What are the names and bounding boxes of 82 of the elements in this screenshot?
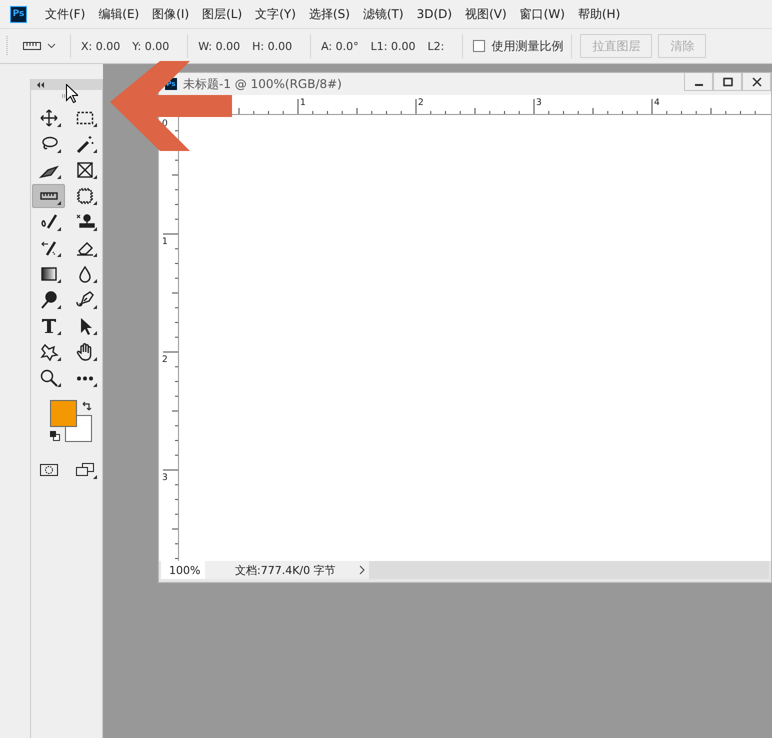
- corner-triangle-icon: [93, 383, 97, 387]
- corner-triangle-icon: [93, 123, 97, 127]
- corner-triangle-icon: [57, 227, 61, 231]
- color-swatches-drawing[interactable]: [50, 400, 92, 442]
- chevron-right-icon[interactable]: [359, 565, 365, 575]
- zoom-icon: [38, 368, 58, 388]
- corner-triangle-icon: [93, 305, 97, 309]
- more-icon: [74, 376, 94, 380]
- corner-triangle-icon: [93, 227, 97, 231]
- corner-triangle-icon: [57, 383, 61, 387]
- close-button[interactable]: [742, 73, 771, 91]
- corner-triangle-icon: [57, 123, 61, 127]
- menu-item[interactable]: 编辑(E): [98, 6, 140, 22]
- measure-readout: W: 0.00: [198, 40, 240, 52]
- minimize-icon: [694, 84, 702, 86]
- ruler-label: 3: [536, 98, 542, 108]
- panel-header[interactable]: [31, 79, 102, 90]
- frame-icon: [74, 160, 94, 180]
- corner-triangle-icon: [93, 279, 97, 283]
- windows-icon: [74, 462, 94, 478]
- corner-triangle-icon: [57, 253, 61, 257]
- zoom-level[interactable]: 100%: [161, 561, 205, 579]
- corner-triangle-icon: [93, 149, 97, 153]
- measure-readout: L1: 0.00: [370, 40, 416, 52]
- ruler-label: 3: [162, 473, 168, 483]
- close-icon: [752, 76, 762, 86]
- use-scale-checkbox[interactable]: 使用测量比例: [473, 38, 564, 54]
- measure-readout: A: 0.0°: [321, 40, 359, 52]
- swap-colors-icon[interactable]: [82, 401, 92, 411]
- menu-item[interactable]: 选择(S): [308, 6, 350, 22]
- measure-readout: L2:: [427, 40, 444, 52]
- corner-triangle-icon: [57, 149, 61, 153]
- menu-item[interactable]: 3D(D): [416, 7, 452, 21]
- collapse-icon[interactable]: [37, 82, 45, 88]
- dodge-icon: [38, 290, 58, 310]
- maximize-icon: [722, 76, 732, 86]
- menu-item[interactable]: 窗口(W): [520, 6, 565, 22]
- minimize-button[interactable]: [684, 73, 713, 91]
- corner-triangle-icon: [93, 175, 97, 179]
- measure-readout: Y: 0.00: [132, 40, 170, 52]
- menu-item[interactable]: 文字(Y): [255, 6, 296, 22]
- corner-triangle-icon: [57, 175, 61, 179]
- corner-triangle-icon: [57, 305, 61, 309]
- grip-icon[interactable]: [62, 94, 72, 98]
- menu-item[interactable]: 文件(F): [45, 6, 86, 22]
- ruler-icon: [23, 42, 41, 50]
- ruler-label: 2: [162, 355, 168, 365]
- grip-icon[interactable]: [6, 35, 9, 57]
- maximize-button[interactable]: [713, 73, 742, 91]
- menu-item[interactable]: 图层(L): [202, 6, 242, 22]
- chip-icon: [74, 186, 94, 206]
- corner-triangle-icon: [57, 201, 61, 205]
- caret-icon: [47, 43, 56, 49]
- corner-triangle-icon: [93, 357, 97, 361]
- corner-triangle-icon: [57, 331, 61, 335]
- measure-readout: H: 0.00: [252, 40, 292, 52]
- tool-button[interactable]: [32, 184, 65, 208]
- document-title[interactable]: 未标题-1 @ 100%(RGB/8#): [183, 76, 684, 92]
- move-icon: [38, 108, 58, 128]
- corner-triangle-icon: [93, 331, 97, 335]
- app-logo[interactable]: Ps: [10, 6, 27, 22]
- default-colors-icon[interactable]: [50, 431, 60, 441]
- corner-triangle-icon: [57, 279, 61, 283]
- cursor-icon: [66, 84, 78, 103]
- corner-triangle-icon: [93, 201, 97, 205]
- mask-icon: [38, 462, 58, 478]
- ruler-label: 1: [162, 237, 168, 247]
- menu-item[interactable]: 图像(I): [152, 6, 190, 22]
- ruler-label: 1: [300, 98, 306, 108]
- ruler-label: 2: [418, 98, 424, 108]
- hand-icon: [74, 342, 94, 362]
- document-info[interactable]: 文档:777.4K/0 字节: [205, 561, 369, 579]
- menu-item[interactable]: 帮助(H): [578, 6, 620, 22]
- corner-triangle-icon: [57, 357, 61, 361]
- magic-wand-icon: [74, 134, 94, 154]
- corner-triangle-icon: [93, 253, 97, 257]
- menu-item[interactable]: 视图(V): [465, 6, 507, 22]
- measure-readout: X: 0.00: [81, 40, 120, 52]
- ruler-label: 4: [654, 98, 660, 108]
- menu-item[interactable]: 滤镜(T): [362, 6, 404, 22]
- corner-triangle-icon: [93, 475, 97, 479]
- puzzle-shape-icon: [38, 342, 58, 362]
